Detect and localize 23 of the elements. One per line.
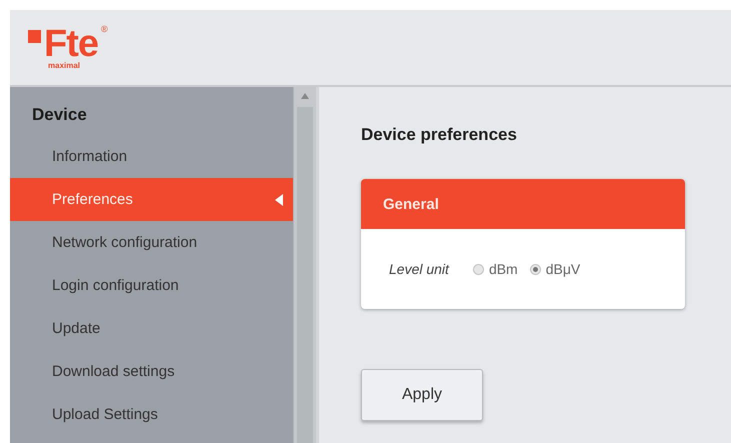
sidebar-item[interactable]: Download settings bbox=[10, 350, 293, 393]
card-header: General bbox=[361, 179, 685, 229]
page-title: Device preferences bbox=[361, 125, 518, 145]
triangle-left-icon bbox=[275, 194, 283, 206]
sidebar-item[interactable]: Upload Settings bbox=[10, 393, 293, 436]
field-label: Level unit bbox=[389, 261, 449, 277]
radio-label: dBm bbox=[488, 261, 518, 277]
sidebar-item[interactable]: Preferences bbox=[10, 178, 293, 221]
scroll-up-arrow-icon[interactable] bbox=[301, 93, 309, 99]
sidebar-item[interactable]: Information bbox=[10, 135, 293, 178]
logo-wordmark: Fte bbox=[44, 25, 98, 63]
logo-square-icon bbox=[28, 30, 41, 43]
scrollbar[interactable] bbox=[293, 87, 316, 443]
logo-tagline: maximal bbox=[48, 61, 80, 70]
apply-button[interactable]: Apply bbox=[361, 369, 483, 421]
sidebar-section-title: Device bbox=[31, 104, 88, 126]
registered-mark: ® bbox=[101, 25, 108, 34]
sidebar-item[interactable]: Login configuration bbox=[10, 264, 293, 307]
sidebar-item[interactable]: Update bbox=[10, 307, 293, 350]
radio-label: dBμV bbox=[546, 261, 580, 277]
sidebar-item[interactable]: Network configuration bbox=[10, 221, 293, 264]
radio-button[interactable] bbox=[530, 264, 541, 274]
radio-button[interactable] bbox=[472, 264, 484, 274]
